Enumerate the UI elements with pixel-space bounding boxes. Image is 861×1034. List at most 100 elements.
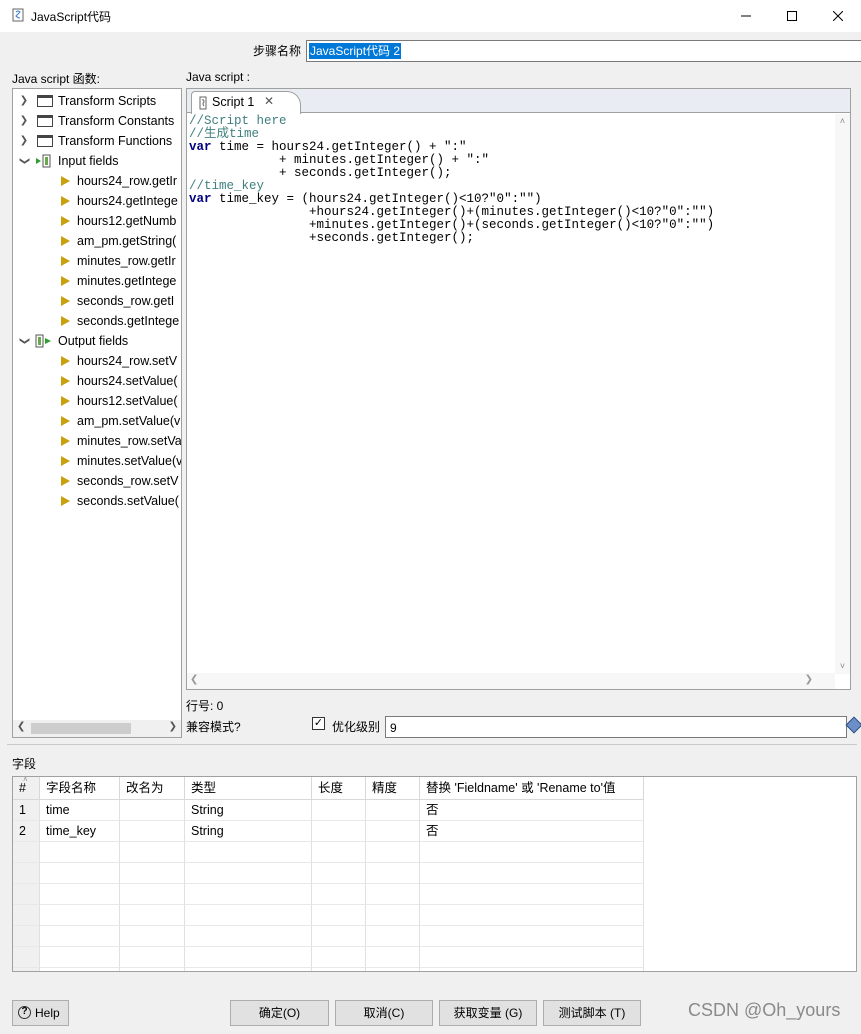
scrollbar-thumb[interactable] — [31, 723, 131, 734]
table-cell[interactable] — [366, 926, 420, 947]
table-cell[interactable] — [366, 947, 420, 968]
section-divider — [7, 744, 857, 745]
chevron-right-icon[interactable]: ❯ — [19, 111, 29, 131]
table-cell[interactable] — [312, 905, 366, 926]
table-cell[interactable] — [312, 884, 366, 905]
test-script-button[interactable]: 测试脚本 (T) — [543, 1000, 641, 1026]
table-cell[interactable] — [120, 884, 185, 905]
get-variables-button[interactable]: 获取变量 (G) — [439, 1000, 537, 1026]
chevron-right-icon[interactable]: ❯ — [19, 131, 29, 151]
close-tab-icon[interactable]: ✕ — [264, 94, 274, 108]
close-icon — [833, 11, 843, 21]
table-cell[interactable] — [420, 947, 644, 968]
table-cell[interactable] — [120, 842, 185, 863]
close-button[interactable] — [815, 0, 861, 32]
tree-horizontal-scrollbar[interactable]: ❮ ❯ — [13, 720, 181, 737]
cancel-button[interactable]: 取消(C) — [335, 1000, 433, 1026]
table-cell[interactable] — [366, 884, 420, 905]
table-cell[interactable] — [185, 947, 312, 968]
optimize-checkbox[interactable]: ✓ — [312, 717, 325, 730]
table-cell[interactable]: String — [185, 821, 312, 842]
table-cell[interactable] — [420, 926, 644, 947]
table-cell[interactable] — [40, 884, 120, 905]
field-triangle-icon — [61, 376, 70, 386]
table-cell[interactable] — [185, 842, 312, 863]
editor-horizontal-scrollbar[interactable]: ❮ ❯ — [187, 673, 835, 689]
code-area[interactable]: //Script here//生成time var time = hours24.… — [189, 115, 829, 675]
column-header[interactable]: 替换 'Fieldname' 或 'Rename to'值 — [420, 777, 644, 800]
table-cell[interactable] — [40, 863, 120, 884]
table-cell[interactable] — [120, 821, 185, 842]
table-cell[interactable] — [312, 842, 366, 863]
ok-button[interactable]: 确定(O) — [230, 1000, 329, 1026]
column-header[interactable]: 类型 — [185, 777, 312, 800]
column-header[interactable]: 精度 — [366, 777, 420, 800]
table-cell[interactable] — [312, 968, 366, 971]
optimize-level-input[interactable]: 9 — [385, 716, 847, 738]
editor-vertical-scrollbar[interactable]: ˄ ˅ — [835, 114, 850, 674]
script-editor[interactable]: Script 1 ✕ //Script here//生成time var time… — [186, 88, 851, 690]
chevron-down-icon[interactable]: ❯ — [14, 336, 34, 346]
maximize-button[interactable] — [769, 0, 815, 32]
tab-script-1[interactable]: Script 1 ✕ — [191, 91, 301, 114]
table-cell[interactable] — [420, 884, 644, 905]
fields-table[interactable]: # 字段名称 改名为 类型 长度 精度 替换 'Fieldname' 或 'Rename t… — [12, 776, 857, 972]
table-cell[interactable] — [366, 821, 420, 842]
chevron-down-icon[interactable]: ❯ — [14, 156, 34, 166]
scroll-left-icon[interactable]: ❮ — [190, 674, 198, 685]
table-cell[interactable] — [312, 947, 366, 968]
table-cell[interactable] — [120, 968, 185, 971]
folder-icon — [37, 115, 53, 127]
code-line: +seconds.getInteger(); — [189, 231, 475, 245]
help-button[interactable]: ? Help — [12, 1000, 69, 1026]
help-label: Help — [35, 1006, 60, 1020]
scroll-up-icon[interactable]: ˄ — [835, 114, 850, 129]
table-cell[interactable] — [366, 800, 420, 821]
minimize-button[interactable] — [723, 0, 769, 32]
table-cell[interactable] — [40, 905, 120, 926]
table-cell[interactable]: String — [185, 800, 312, 821]
table-cell[interactable] — [185, 884, 312, 905]
table-cell[interactable] — [185, 968, 312, 971]
table-cell[interactable] — [40, 947, 120, 968]
table-cell[interactable] — [420, 863, 644, 884]
table-cell[interactable] — [420, 842, 644, 863]
table-cell[interactable] — [312, 863, 366, 884]
table-cell[interactable] — [366, 968, 420, 971]
scroll-right-icon[interactable]: ❯ — [805, 674, 813, 685]
table-cell[interactable]: 否 — [420, 821, 644, 842]
table-cell[interactable] — [120, 905, 185, 926]
table-cell[interactable] — [40, 926, 120, 947]
scroll-right-icon[interactable]: ❯ — [169, 721, 177, 732]
table-cell[interactable] — [420, 905, 644, 926]
column-header[interactable]: 字段名称 — [40, 777, 120, 800]
chevron-right-icon[interactable]: ❯ — [19, 91, 29, 111]
table-cell[interactable] — [185, 926, 312, 947]
scroll-down-icon[interactable]: ˅ — [835, 659, 850, 674]
table-cell[interactable] — [185, 863, 312, 884]
table-cell[interactable] — [120, 926, 185, 947]
table-cell[interactable] — [120, 947, 185, 968]
table-cell[interactable] — [366, 842, 420, 863]
table-cell[interactable] — [185, 905, 312, 926]
table-cell[interactable] — [420, 968, 644, 971]
table-cell[interactable]: 否 — [420, 800, 644, 821]
input-fields-icon — [36, 154, 51, 168]
table-cell[interactable] — [120, 863, 185, 884]
table-cell[interactable] — [312, 926, 366, 947]
table-cell[interactable] — [40, 968, 120, 971]
scroll-left-icon[interactable]: ❮ — [17, 721, 25, 732]
table-cell[interactable] — [120, 800, 185, 821]
column-header[interactable]: 改名为 — [120, 777, 185, 800]
step-name-input[interactable]: JavaScript代码 2 — [306, 40, 861, 62]
table-cell[interactable] — [366, 863, 420, 884]
table-cell[interactable] — [40, 842, 120, 863]
table-cell[interactable] — [312, 821, 366, 842]
table-cell[interactable] — [312, 800, 366, 821]
function-tree[interactable]: ❯ Transform Scripts ❯ Transform Constant… — [12, 88, 182, 738]
column-header[interactable]: 长度 — [312, 777, 366, 800]
table-cell[interactable]: time — [40, 800, 120, 821]
table-cell[interactable]: time_key — [40, 821, 120, 842]
table-cell[interactable] — [366, 905, 420, 926]
variable-icon[interactable] — [845, 716, 861, 734]
